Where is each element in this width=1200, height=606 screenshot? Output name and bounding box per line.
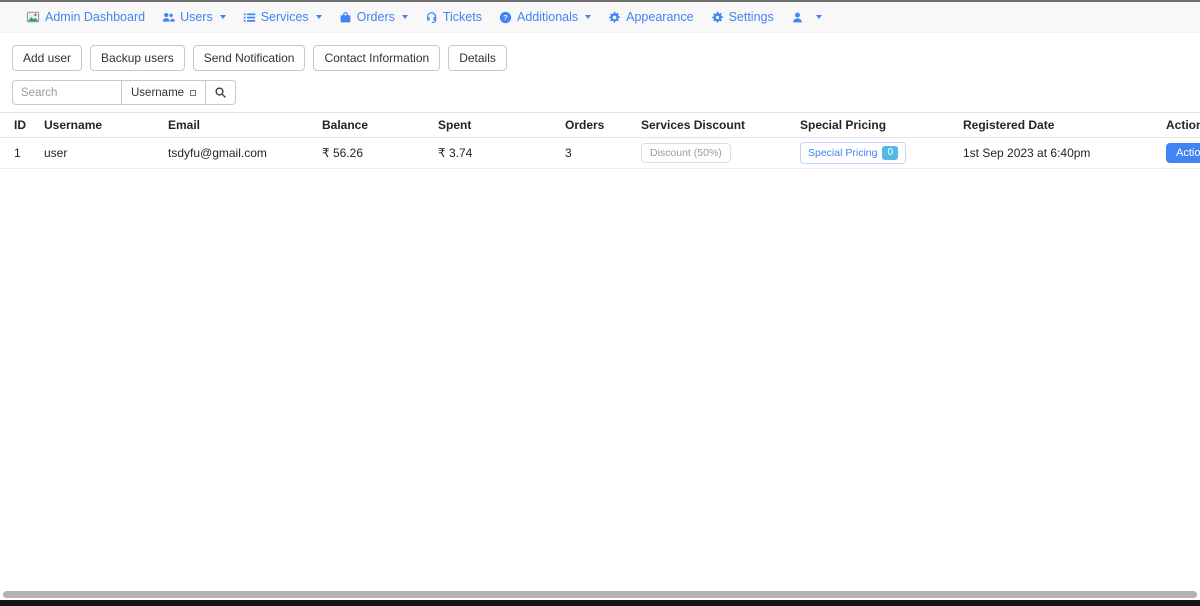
toolbar: Add user Backup users Send Notification … [12, 45, 1188, 71]
cell-email: tsdyfu@gmail.com [160, 138, 314, 169]
nav-item-users[interactable]: Users [162, 10, 226, 24]
column-header-id: ID [0, 113, 36, 138]
navbar: Admin Dashboard Users Services Orders Ti… [0, 2, 1200, 33]
column-header-registered-date: Registered Date [955, 113, 1158, 138]
table-header-row: ID Username Email Balance Spent Orders S… [0, 113, 1200, 138]
users-table: ID Username Email Balance Spent Orders S… [0, 112, 1200, 169]
list-icon [243, 11, 256, 24]
cell-special-pricing: Special Pricing 0 [792, 138, 955, 169]
column-header-orders: Orders [557, 113, 633, 138]
nav-item-settings[interactable]: Settings [711, 10, 774, 24]
nav-item-label: Tickets [443, 10, 482, 24]
dashboard-logo-icon [26, 10, 40, 24]
column-header-username: Username [36, 113, 160, 138]
discount-badge: Discount (50%) [641, 143, 731, 163]
briefcase-icon [339, 11, 352, 24]
nav-item-additionals[interactable]: ? Additionals [499, 10, 591, 24]
nav-item-label: Additionals [517, 10, 578, 24]
cell-registered-date: 1st Sep 2023 at 6:40pm [955, 138, 1158, 169]
action-button[interactable]: Action [1166, 143, 1200, 163]
search-icon [214, 86, 227, 99]
cell-orders: 3 [557, 138, 633, 169]
chevron-down-icon [816, 15, 822, 19]
nav-item-tickets[interactable]: Tickets [425, 10, 482, 24]
chevron-down-icon [316, 15, 322, 19]
appearance-gear-icon [608, 11, 621, 24]
question-circle-icon: ? [499, 11, 512, 24]
contact-information-button[interactable]: Contact Information [313, 45, 440, 71]
cell-balance: ₹ 56.26 [314, 138, 430, 169]
headset-icon [425, 11, 438, 24]
column-header-actions: Actions [1158, 113, 1200, 138]
cell-actions: Action [1158, 138, 1200, 169]
users-icon [162, 11, 175, 24]
search-filter-select[interactable]: Username [122, 80, 206, 105]
column-header-balance: Balance [314, 113, 430, 138]
nav-item-label: Settings [729, 10, 774, 24]
add-user-button[interactable]: Add user [12, 45, 82, 71]
send-notification-button[interactable]: Send Notification [193, 45, 306, 71]
horizontal-scrollbar[interactable] [3, 591, 1197, 598]
nav-item-services[interactable]: Services [243, 10, 322, 24]
nav-item-label: Services [261, 10, 309, 24]
details-button[interactable]: Details [448, 45, 507, 71]
cell-services-discount: Discount (50%) [633, 138, 792, 169]
search-input[interactable] [12, 80, 122, 105]
nav-item-label: Users [180, 10, 213, 24]
table-row: 1 user tsdyfu@gmail.com ₹ 56.26 ₹ 3.74 3… [0, 138, 1200, 169]
nav-item-label: Appearance [626, 10, 693, 24]
nav-item-account-menu[interactable] [791, 11, 822, 24]
chevron-down-icon [220, 15, 226, 19]
cell-spent: ₹ 3.74 [430, 138, 557, 169]
brand-label: Admin Dashboard [45, 10, 145, 24]
cell-username: user [36, 138, 160, 169]
chevron-down-icon [402, 15, 408, 19]
special-pricing-button[interactable]: Special Pricing 0 [800, 142, 906, 164]
backup-users-button[interactable]: Backup users [90, 45, 185, 71]
special-pricing-label: Special Pricing [808, 147, 877, 159]
nav-item-appearance[interactable]: Appearance [608, 10, 693, 24]
column-header-services-discount: Services Discount [633, 113, 792, 138]
svg-text:?: ? [503, 13, 508, 22]
nav-item-orders[interactable]: Orders [339, 10, 408, 24]
search-group: Username [12, 80, 236, 105]
dropdown-indicator-icon [190, 90, 196, 96]
special-pricing-count-badge: 0 [882, 146, 898, 160]
chevron-down-icon [585, 15, 591, 19]
column-header-special-pricing: Special Pricing [792, 113, 955, 138]
user-icon [791, 11, 804, 24]
search-button[interactable] [206, 80, 236, 105]
search-filter-label: Username [131, 87, 184, 99]
gear-icon [711, 11, 724, 24]
cell-id: 1 [0, 138, 36, 169]
column-header-spent: Spent [430, 113, 557, 138]
brand-link[interactable]: Admin Dashboard [26, 10, 145, 24]
column-header-email: Email [160, 113, 314, 138]
window-bottom-edge [0, 600, 1200, 606]
nav-item-label: Orders [357, 10, 395, 24]
